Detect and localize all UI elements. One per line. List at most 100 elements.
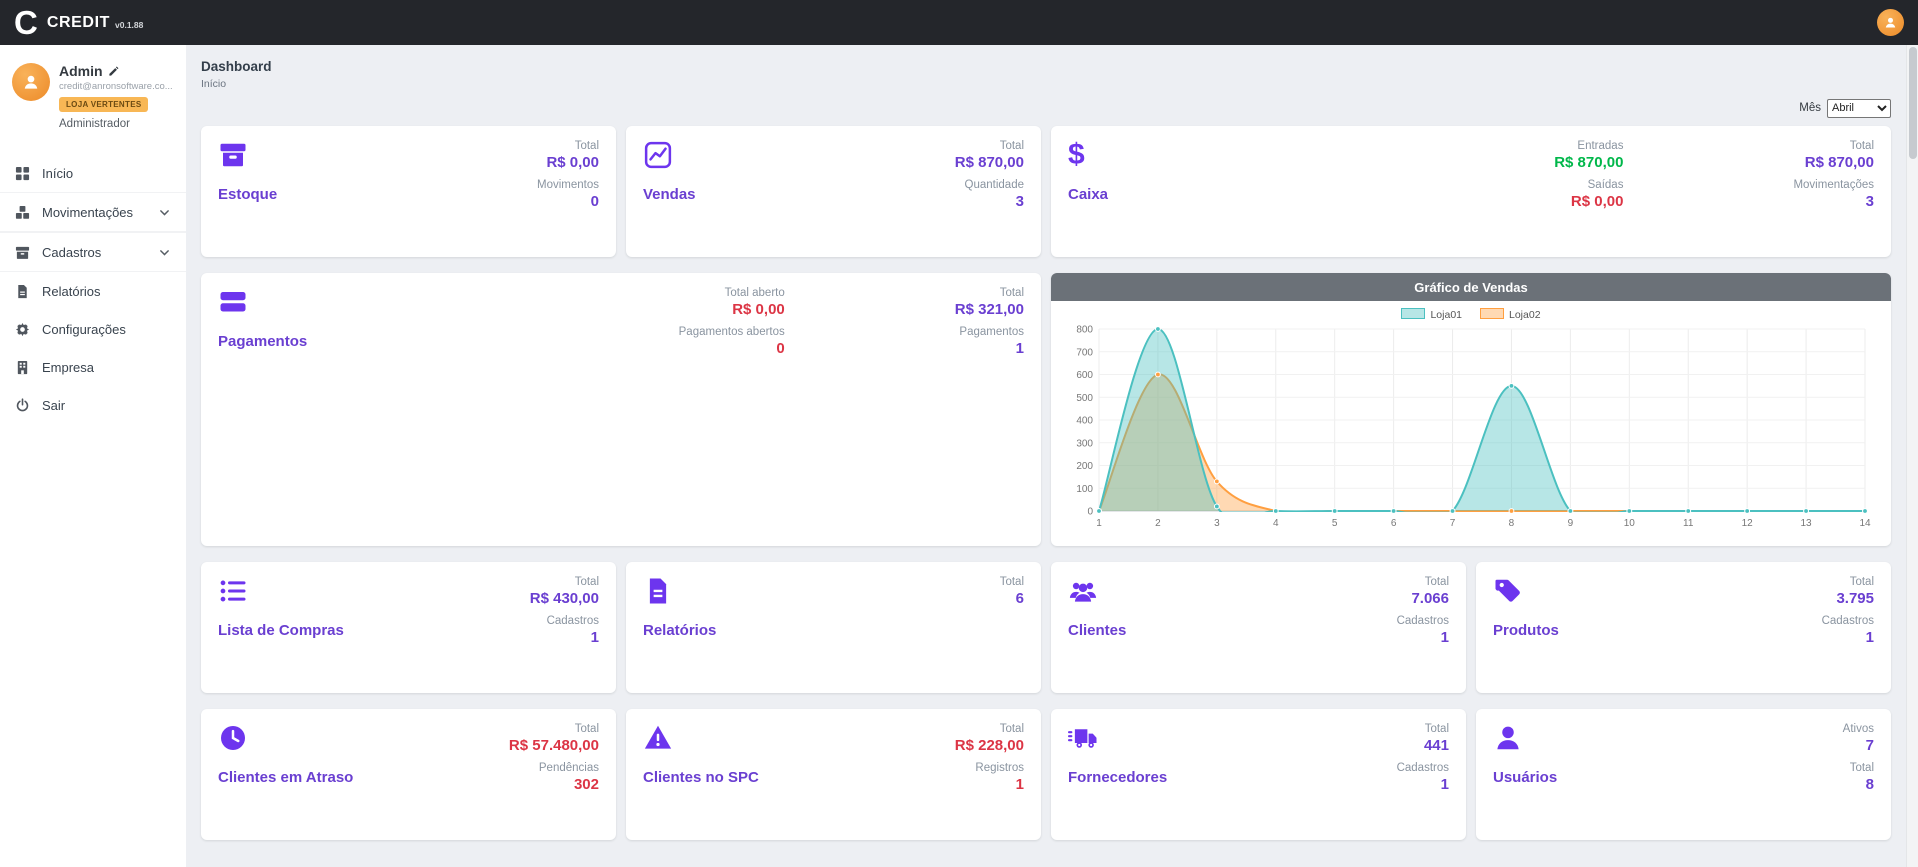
stat-value: 1 xyxy=(955,340,1024,358)
main-content: Dashboard Início Mês Abril Estoque Total… xyxy=(186,45,1906,867)
chart-legend: Loja01 Loja02 xyxy=(1061,305,1881,323)
sidebar-item-inicio[interactable]: Início xyxy=(0,154,186,192)
sidebar-item-movimentacoes[interactable]: Movimentações xyxy=(0,192,186,232)
stat-label: Ativos xyxy=(1843,722,1874,737)
stat-label: Total xyxy=(509,722,599,737)
edit-profile-icon[interactable] xyxy=(108,66,119,77)
svg-text:4: 4 xyxy=(1273,518,1279,529)
user-avatar[interactable] xyxy=(1877,9,1904,36)
month-select[interactable]: Abril xyxy=(1827,99,1891,118)
card-estoque[interactable]: Estoque Total R$ 0,00 Movimentos 0 xyxy=(201,126,616,257)
card-title[interactable]: Clientes em Atraso xyxy=(218,769,353,786)
card-title[interactable]: Vendas xyxy=(643,186,696,203)
card-clientes-no-spc[interactable]: Clientes no SPC Total R$ 228,00 Registro… xyxy=(626,709,1041,840)
card-pagamentos[interactable]: Pagamentos Total aberto R$ 0,00 Pagament… xyxy=(201,273,1041,546)
stat-label: Total xyxy=(1822,575,1874,590)
stat-value: R$ 870,00 xyxy=(1793,154,1874,172)
topbar: C CREDIT v0.1.88 xyxy=(0,0,1918,45)
sidebar-item-label: Relatórios xyxy=(42,284,101,299)
svg-text:700: 700 xyxy=(1076,347,1093,358)
card-title[interactable]: Relatórios xyxy=(643,622,716,639)
legend-item[interactable]: Loja02 xyxy=(1480,308,1541,321)
card-usuarios[interactable]: Usuários Ativos 7 Total 8 xyxy=(1476,709,1891,840)
person-icon xyxy=(21,72,41,92)
sidebar-item-empresa[interactable]: Empresa xyxy=(0,348,186,386)
sidebar-item-label: Empresa xyxy=(42,360,94,375)
card-title[interactable]: Lista de Compras xyxy=(218,622,344,639)
stat-value: 1 xyxy=(1397,776,1449,794)
stat-value: 3 xyxy=(1793,193,1874,211)
sidebar-item-relatorios[interactable]: Relatórios xyxy=(0,272,186,310)
breadcrumb: Início xyxy=(201,78,1891,90)
svg-text:6: 6 xyxy=(1391,518,1397,529)
users-icon xyxy=(1068,575,1098,607)
dollar-icon: $ xyxy=(1068,139,1085,171)
month-filter: Mês Abril xyxy=(201,98,1891,118)
card-title[interactable]: Clientes xyxy=(1068,622,1126,639)
stat-label: Movimentos xyxy=(537,178,599,193)
stat-label: Cadastros xyxy=(1397,761,1449,776)
chart-line-icon xyxy=(643,139,673,171)
chevron-down-icon xyxy=(158,206,171,219)
stat-label: Total aberto xyxy=(679,286,785,301)
card-title[interactable]: Caixa xyxy=(1068,186,1108,203)
svg-text:3: 3 xyxy=(1214,518,1220,529)
stat-label: Total xyxy=(955,722,1024,737)
svg-text:2: 2 xyxy=(1155,518,1161,529)
card-clientes[interactable]: Clientes Total 7.066 Cadastros 1 xyxy=(1051,562,1466,693)
credit-card-icon xyxy=(218,286,248,318)
stat-label: Total xyxy=(1843,761,1874,776)
stat-value: R$ 870,00 xyxy=(955,154,1024,172)
stat-label: Cadastros xyxy=(530,614,599,629)
svg-text:0: 0 xyxy=(1087,507,1093,518)
card-title[interactable]: Produtos xyxy=(1493,622,1559,639)
card-vendas[interactable]: Vendas Total R$ 870,00 Quantidade 3 xyxy=(626,126,1041,257)
grid-icon xyxy=(15,165,31,181)
svg-text:7: 7 xyxy=(1450,518,1456,529)
sidebar: Admin credit@anronsoftware.co... LOJA VE… xyxy=(0,45,186,867)
scrollbar-thumb[interactable] xyxy=(1909,47,1917,159)
card-clientes-em-atraso[interactable]: Clientes em Atraso Total R$ 57.480,00 Pe… xyxy=(201,709,616,840)
clock-icon xyxy=(218,722,248,754)
sidebar-item-label: Início xyxy=(42,166,73,181)
stat-value: 1 xyxy=(1397,629,1449,647)
card-title[interactable]: Usuários xyxy=(1493,769,1557,786)
user-role: Administrador xyxy=(59,118,173,130)
card-produtos[interactable]: Produtos Total 3.795 Cadastros 1 xyxy=(1476,562,1891,693)
legend-item[interactable]: Loja01 xyxy=(1401,308,1462,321)
card-title[interactable]: Fornecedores xyxy=(1068,769,1167,786)
sales-chart-card: Gráfico de Vendas Loja01Loja02 010020030… xyxy=(1051,273,1891,546)
stat-value: R$ 57.480,00 xyxy=(509,737,599,755)
card-lista-de-compras[interactable]: Lista de Compras Total R$ 430,00 Cadastr… xyxy=(201,562,616,693)
sidebar-item-label: Cadastros xyxy=(42,245,101,260)
sidebar-item-cadastros[interactable]: Cadastros xyxy=(0,232,186,272)
sidebar-item-configuracoes[interactable]: Configurações xyxy=(0,310,186,348)
card-title[interactable]: Estoque xyxy=(218,186,277,203)
month-label: Mês xyxy=(1799,102,1821,114)
sidebar-item-sair[interactable]: Sair xyxy=(0,386,186,424)
stat-label: Registros xyxy=(955,761,1024,776)
stat-value: 7 xyxy=(1843,737,1874,755)
stat-label: Pagamentos abertos xyxy=(679,325,785,340)
chevron-down-icon xyxy=(158,246,171,259)
card-title[interactable]: Pagamentos xyxy=(218,333,307,350)
stat-value: 3.795 xyxy=(1822,590,1874,608)
card-relatorios[interactable]: Relatórios Total 6 xyxy=(626,562,1041,693)
card-caixa[interactable]: $ Caixa Entradas R$ 870,00 Saídas R$ 0,0… xyxy=(1051,126,1891,257)
stat-value: R$ 0,00 xyxy=(679,301,785,319)
svg-text:1: 1 xyxy=(1096,518,1102,529)
app-version: v0.1.88 xyxy=(115,20,143,30)
scrollbar-track[interactable] xyxy=(1906,45,1918,867)
svg-text:10: 10 xyxy=(1624,518,1636,529)
stat-value: 7.066 xyxy=(1397,590,1449,608)
archive-box-icon xyxy=(218,139,248,171)
profile-avatar[interactable] xyxy=(12,63,50,101)
svg-text:800: 800 xyxy=(1076,325,1093,336)
stat-value: 3 xyxy=(955,193,1024,211)
stat-label: Total xyxy=(1397,722,1449,737)
app-logo: C xyxy=(14,0,38,45)
stat-label: Total xyxy=(955,139,1024,154)
card-fornecedores[interactable]: Fornecedores Total 441 Cadastros 1 xyxy=(1051,709,1466,840)
card-title[interactable]: Clientes no SPC xyxy=(643,769,759,786)
truck-icon xyxy=(1068,722,1098,754)
